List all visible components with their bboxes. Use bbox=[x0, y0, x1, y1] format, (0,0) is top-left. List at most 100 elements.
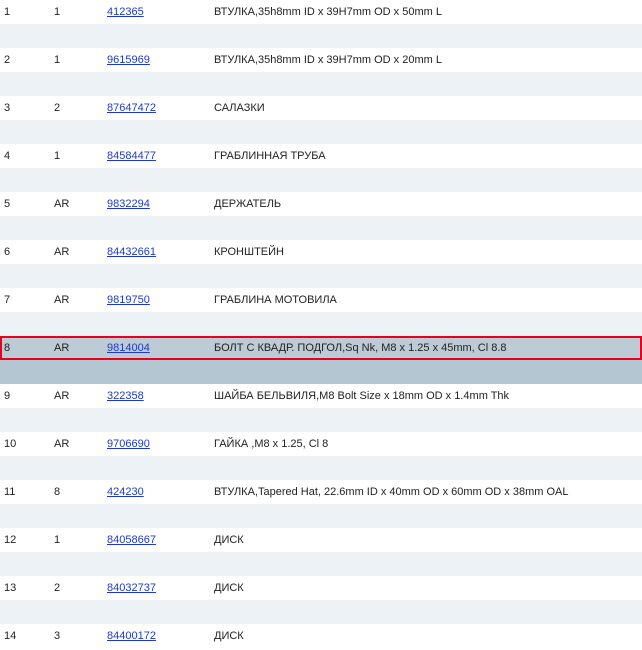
part-number-link[interactable]: 84058667 bbox=[107, 534, 156, 546]
row-quantity: 1 bbox=[54, 0, 107, 24]
row-quantity: AR bbox=[54, 240, 107, 264]
row-part-cell: 84432661 bbox=[107, 240, 214, 264]
table-row[interactable]: 3 2 87647472 САЛАЗКИ bbox=[0, 96, 642, 120]
parts-table-body: 1 1 412365 ВТУЛКА,35h8mm ID x 39H7mm OD x 5… bbox=[0, 0, 642, 648]
table-row[interactable]: 1 1 412365 ВТУЛКА,35h8mm ID x 39H7mm OD x 5… bbox=[0, 0, 642, 24]
part-number-link[interactable]: 84584477 bbox=[107, 150, 156, 162]
row-description: ДИСК bbox=[214, 528, 642, 552]
row-description: ВТУЛКА,Tapered Hat, 22.6mm ID x 40mm OD … bbox=[214, 480, 642, 504]
row-quantity: 1 bbox=[54, 48, 107, 72]
row-spacer-cell bbox=[0, 552, 642, 576]
row-spacer-cell bbox=[0, 72, 642, 96]
row-spacer-cell bbox=[0, 456, 642, 480]
table-row[interactable]: 6 AR 84432661 КРОНШТЕЙН bbox=[0, 240, 642, 264]
row-quantity: AR bbox=[54, 192, 107, 216]
row-part-cell: 9706690 bbox=[107, 432, 214, 456]
part-number-link[interactable]: 9819750 bbox=[107, 294, 150, 306]
part-number-link[interactable]: 322358 bbox=[107, 390, 144, 402]
row-number: 6 bbox=[0, 240, 54, 264]
row-spacer-cell bbox=[0, 504, 642, 528]
row-part-cell: 9814004 bbox=[107, 336, 214, 360]
part-number-link[interactable]: 9814004 bbox=[107, 342, 150, 354]
row-description: САЛАЗКИ bbox=[214, 96, 642, 120]
row-part-cell: 9615969 bbox=[107, 48, 214, 72]
part-number-link[interactable]: 9615969 bbox=[107, 54, 150, 66]
part-number-link[interactable]: 87647472 bbox=[107, 102, 156, 114]
row-part-cell: 84032737 bbox=[107, 576, 214, 600]
row-description: ВТУЛКА,35h8mm ID x 39H7mm OD x 20mm L bbox=[214, 48, 642, 72]
row-number: 1 bbox=[0, 0, 54, 24]
row-spacer-cell bbox=[0, 408, 642, 432]
row-quantity: 2 bbox=[54, 576, 107, 600]
row-part-cell: 424230 bbox=[107, 480, 214, 504]
row-number: 14 bbox=[0, 624, 54, 648]
row-quantity: AR bbox=[54, 288, 107, 312]
table-row[interactable]: 7 AR 9819750 ГРАБЛИНА МОТОВИЛА bbox=[0, 288, 642, 312]
row-quantity: 2 bbox=[54, 96, 107, 120]
part-number-link[interactable]: 9706690 bbox=[107, 438, 150, 450]
row-spacer bbox=[0, 216, 642, 240]
table-row[interactable]: 13 2 84032737 ДИСК bbox=[0, 576, 642, 600]
row-quantity: 1 bbox=[54, 144, 107, 168]
part-number-link[interactable]: 84432661 bbox=[107, 246, 156, 258]
table-row[interactable]: 11 8 424230 ВТУЛКА,Tapered Hat, 22.6mm ID x… bbox=[0, 480, 642, 504]
row-spacer-cell bbox=[0, 600, 642, 624]
table-row-selected[interactable]: 8 AR 9814004 БОЛТ С КВАДР. ПОДГОЛ,Sq Nk, M8… bbox=[0, 336, 642, 360]
row-description: ДИСК bbox=[214, 624, 642, 648]
table-row[interactable]: 9 AR 322358 ШАЙБА БЕЛЬВИЛЯ,M8 Bolt Size x 1… bbox=[0, 384, 642, 408]
row-spacer-cell bbox=[0, 360, 642, 384]
row-quantity: 8 bbox=[54, 480, 107, 504]
table-row[interactable]: 2 1 9615969 ВТУЛКА,35h8mm ID x 39H7mm OD x … bbox=[0, 48, 642, 72]
table-row[interactable]: 4 1 84584477 ГРАБЛИННАЯ ТРУБА bbox=[0, 144, 642, 168]
row-spacer-cell bbox=[0, 312, 642, 336]
row-spacer bbox=[0, 360, 642, 384]
part-number-link[interactable]: 84032737 bbox=[107, 582, 156, 594]
row-number: 8 bbox=[0, 336, 54, 360]
row-quantity: AR bbox=[54, 336, 107, 360]
table-row[interactable]: 5 AR 9832294 ДЕРЖАТЕЛЬ bbox=[0, 192, 642, 216]
row-part-cell: 9832294 bbox=[107, 192, 214, 216]
row-number: 9 bbox=[0, 384, 54, 408]
row-spacer bbox=[0, 552, 642, 576]
row-quantity: AR bbox=[54, 432, 107, 456]
row-part-cell: 84400172 bbox=[107, 624, 214, 648]
row-part-cell: 84058667 bbox=[107, 528, 214, 552]
row-description: ГАЙКА ,M8 x 1.25, Cl 8 bbox=[214, 432, 642, 456]
row-quantity: 1 bbox=[54, 528, 107, 552]
row-part-cell: 9819750 bbox=[107, 288, 214, 312]
parts-table: 1 1 412365 ВТУЛКА,35h8mm ID x 39H7mm OD x 5… bbox=[0, 0, 642, 648]
row-spacer bbox=[0, 504, 642, 528]
row-description: ДЕРЖАТЕЛЬ bbox=[214, 192, 642, 216]
table-row[interactable]: 10 AR 9706690 ГАЙКА ,M8 x 1.25, Cl 8 bbox=[0, 432, 642, 456]
row-description: КРОНШТЕЙН bbox=[214, 240, 642, 264]
part-number-link[interactable]: 84400172 bbox=[107, 630, 156, 642]
row-number: 4 bbox=[0, 144, 54, 168]
row-spacer bbox=[0, 72, 642, 96]
row-number: 12 bbox=[0, 528, 54, 552]
row-quantity: AR bbox=[54, 384, 107, 408]
row-number: 13 bbox=[0, 576, 54, 600]
row-spacer bbox=[0, 456, 642, 480]
row-description: БОЛТ С КВАДР. ПОДГОЛ,Sq Nk, M8 x 1.25 x … bbox=[214, 336, 642, 360]
row-description: ГРАБЛИННАЯ ТРУБА bbox=[214, 144, 642, 168]
row-spacer-cell bbox=[0, 168, 642, 192]
row-description: ДИСК bbox=[214, 576, 642, 600]
part-number-link[interactable]: 424230 bbox=[107, 486, 144, 498]
row-spacer bbox=[0, 312, 642, 336]
row-number: 5 bbox=[0, 192, 54, 216]
row-description: ШАЙБА БЕЛЬВИЛЯ,M8 Bolt Size x 18mm OD x … bbox=[214, 384, 642, 408]
row-spacer-cell bbox=[0, 216, 642, 240]
row-number: 7 bbox=[0, 288, 54, 312]
row-part-cell: 84584477 bbox=[107, 144, 214, 168]
row-spacer bbox=[0, 264, 642, 288]
table-row[interactable]: 12 1 84058667 ДИСК bbox=[0, 528, 642, 552]
row-spacer-cell bbox=[0, 264, 642, 288]
part-number-link[interactable]: 412365 bbox=[107, 6, 144, 18]
row-spacer bbox=[0, 120, 642, 144]
row-part-cell: 322358 bbox=[107, 384, 214, 408]
row-spacer-cell bbox=[0, 120, 642, 144]
table-row[interactable]: 14 3 84400172 ДИСК bbox=[0, 624, 642, 648]
part-number-link[interactable]: 9832294 bbox=[107, 198, 150, 210]
row-number: 2 bbox=[0, 48, 54, 72]
row-spacer bbox=[0, 168, 642, 192]
